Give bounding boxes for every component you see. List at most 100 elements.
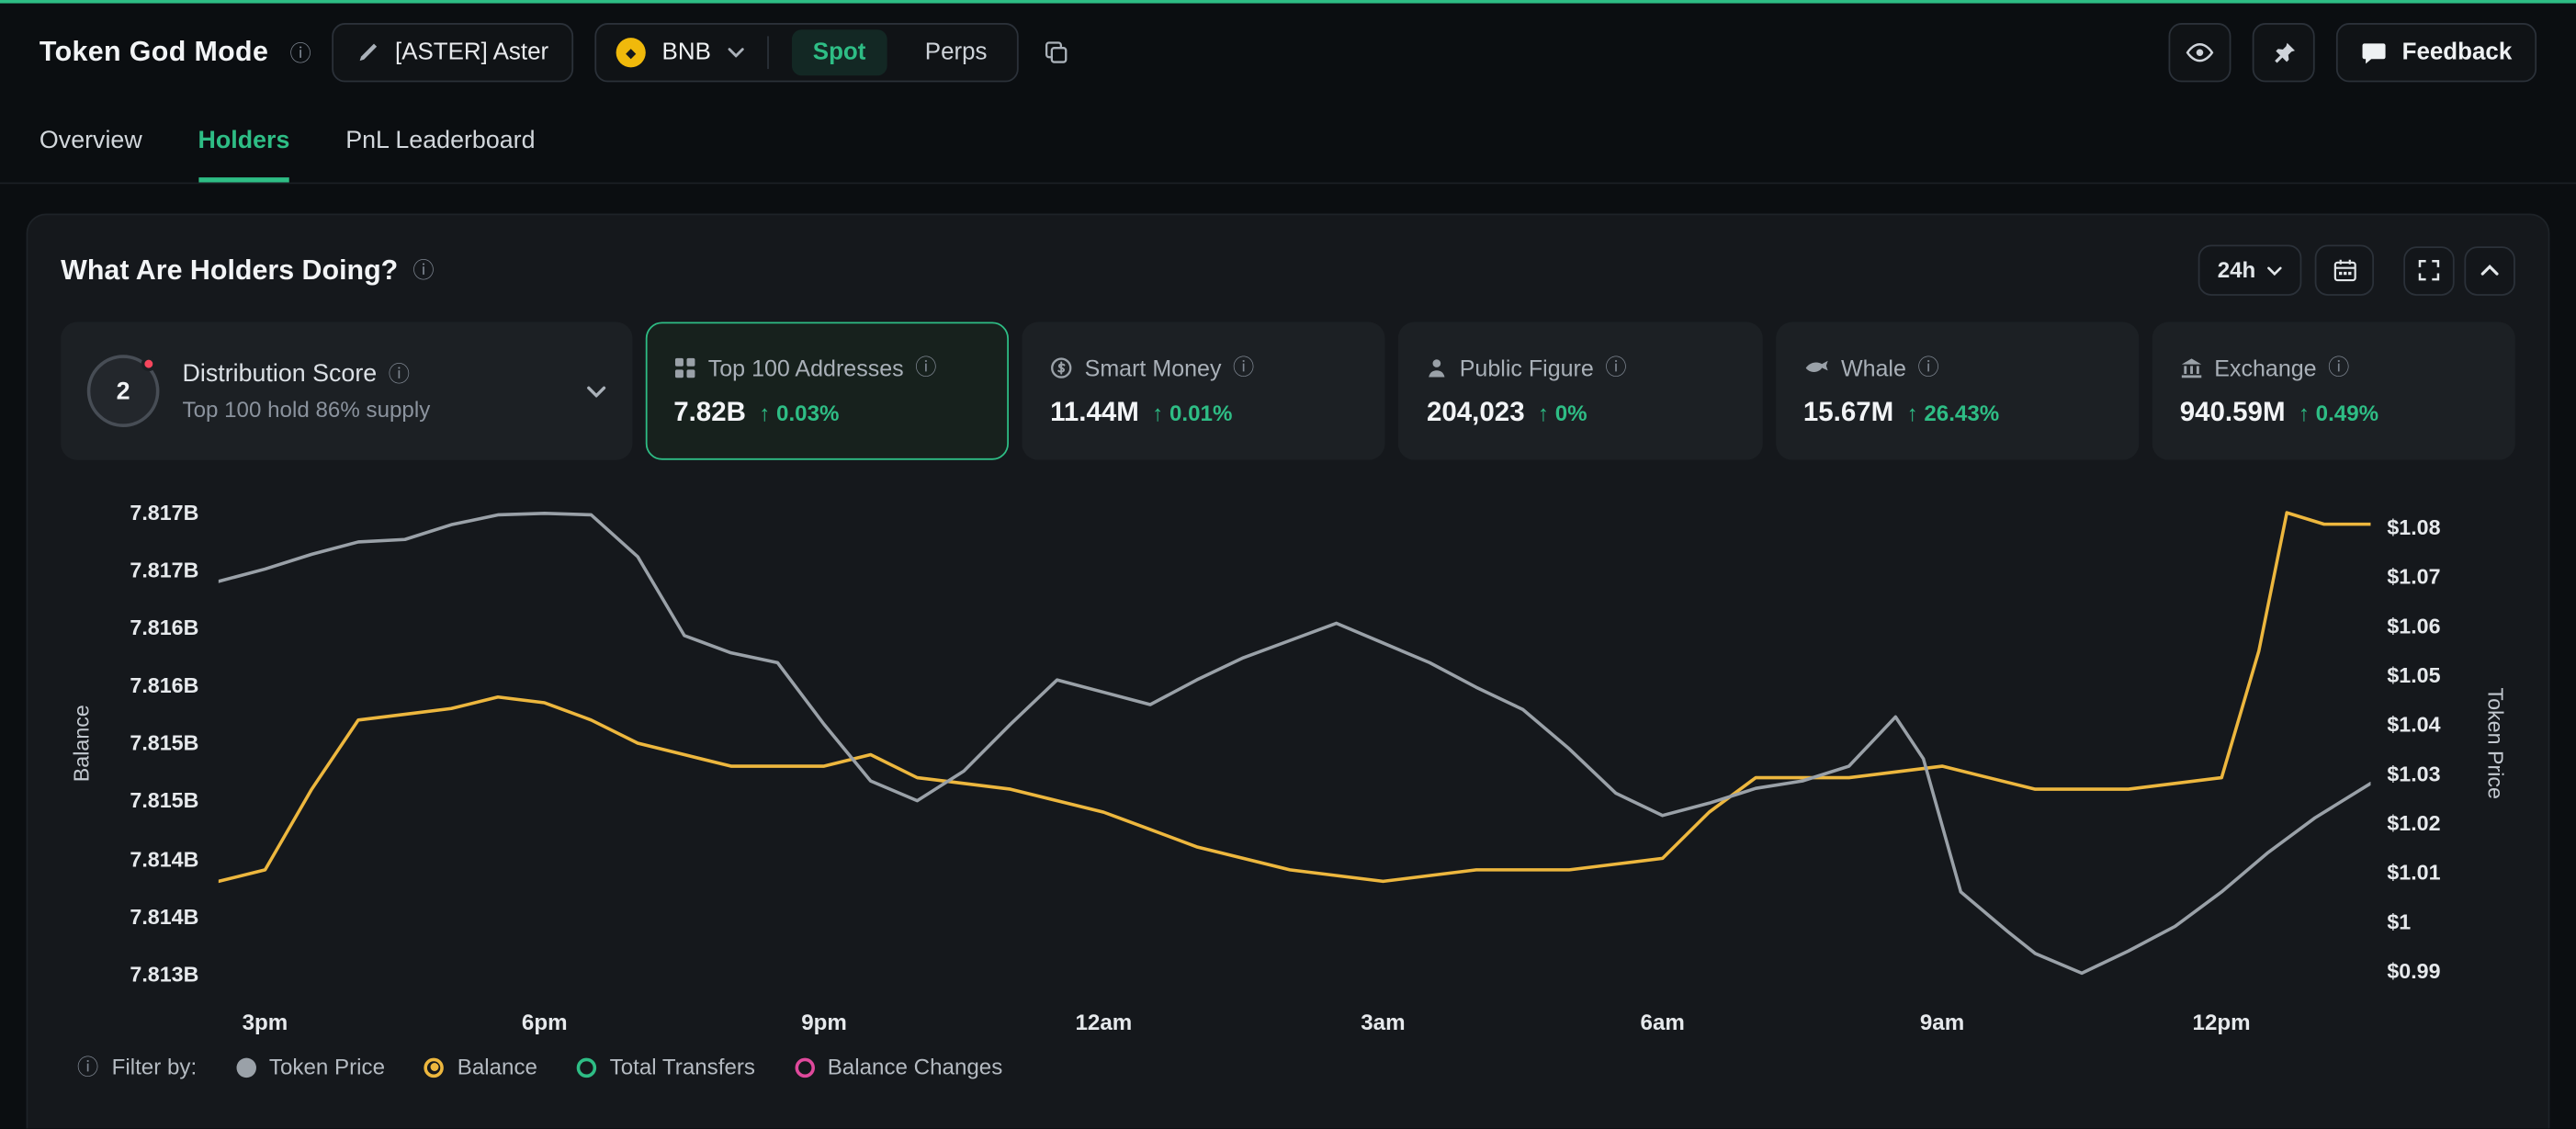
timeframe-label: 24h [2218, 258, 2256, 283]
stat-label: Smart Money [1085, 354, 1222, 380]
filter-label: Filter by: [112, 1055, 198, 1079]
axis-tick: $0.99 [2387, 958, 2440, 983]
axis-tick: 7.814B [130, 846, 198, 871]
info-icon[interactable] [1605, 356, 1626, 378]
panel-header: What Are Holders Doing? 24h [61, 244, 2515, 295]
top-accent-line [0, 0, 2576, 4]
stat-change: 0.01% [1152, 400, 1232, 424]
distribution-score-title: Distribution Score [182, 360, 377, 388]
alert-dot [141, 356, 156, 371]
stat-card-exchange[interactable]: Exchange 940.59M 0.49% [2152, 322, 2515, 460]
whale-icon [1803, 357, 1830, 377]
person-icon [1427, 356, 1448, 378]
axis-tick: 7.815B [130, 731, 198, 756]
distribution-score-text: Distribution Score Top 100 hold 86% supp… [182, 360, 430, 423]
stat-card-public-figure[interactable]: Public Figure 204,023 0% [1399, 322, 1763, 460]
pin-button[interactable] [2253, 23, 2315, 82]
stat-card-top-100-addresses[interactable]: Top 100 Addresses 7.82B 0.03% [646, 322, 1010, 460]
tab-perps[interactable]: Perps [904, 29, 1009, 75]
filter-token-price[interactable]: Token Price [236, 1055, 385, 1079]
stat-value: 940.59M [2180, 397, 2286, 428]
axis-tick: 7.815B [130, 788, 198, 813]
stat-card-smart-money[interactable]: Smart Money 11.44M 0.01% [1022, 322, 1386, 460]
axis-tick: $1.02 [2387, 810, 2440, 835]
y-axis-title-right: Token Price [2476, 486, 2515, 999]
bank-icon [2180, 356, 2203, 378]
series-balance [219, 513, 2371, 881]
filter-balance[interactable]: Balance [424, 1055, 537, 1079]
stat-change: 0.49% [2299, 400, 2378, 424]
pin-icon [2271, 40, 2296, 65]
legend-dot [795, 1057, 814, 1077]
pencil-icon [357, 41, 380, 64]
plot-area[interactable]: 3pm6pm9pm12am3am6am9am12pm [219, 486, 2371, 1041]
panel-controls: 24h [2198, 244, 2515, 295]
chevron-down-icon[interactable] [586, 377, 605, 406]
axis-tick: $1.08 [2387, 514, 2440, 539]
filter-total-transfers[interactable]: Total Transfers [577, 1055, 755, 1079]
info-icon[interactable] [77, 1056, 98, 1078]
holders-chart: Balance 7.817B7.817B7.816B7.816B7.815B7.… [61, 486, 2515, 1079]
legend-dot [577, 1057, 596, 1077]
chart-canvas[interactable] [219, 486, 2371, 999]
series-token-price [219, 514, 2371, 974]
expand-icon [2418, 260, 2439, 281]
filter-items: Token Price Balance Total Transfers Balance… [236, 1055, 1002, 1079]
axis-tick: $1.05 [2387, 662, 2440, 687]
chevron-down-icon [2267, 265, 2282, 276]
feedback-button[interactable]: Feedback [2336, 23, 2536, 82]
axis-tick: $1.06 [2387, 614, 2440, 638]
filter-legend: Filter by: Token Price Balance Total Trans… [61, 1055, 2515, 1079]
legend-dot [424, 1057, 444, 1077]
axis-tick: $1 [2387, 909, 2411, 934]
x-axis: 3pm6pm9pm12am3am6am9am12pm [219, 999, 2371, 1041]
tab-spot[interactable]: Spot [792, 29, 887, 75]
copy-icon[interactable] [1043, 40, 1069, 66]
distribution-score-badge: 2 [87, 355, 160, 427]
distribution-score-card[interactable]: 2 Distribution Score Top 100 hold 86% su… [61, 322, 632, 460]
page-title: Token God Mode [40, 36, 268, 69]
token-god-mode-page: Token God Mode [ASTER] Aster BNB Spot Pe… [0, 0, 2576, 1129]
holders-panel: What Are Holders Doing? 24h [27, 213, 2550, 1128]
info-icon[interactable] [389, 363, 410, 384]
distribution-score-value: 2 [117, 377, 130, 404]
info-icon[interactable] [915, 356, 936, 378]
legend-label: Balance [458, 1055, 537, 1079]
axis-tick: $1.03 [2387, 762, 2440, 786]
expand-button[interactable] [2403, 245, 2454, 295]
x-axis-tick: 9pm [801, 1010, 847, 1035]
stat-label: Top 100 Addresses [708, 354, 904, 380]
info-icon[interactable] [2328, 356, 2349, 378]
timeframe-dropdown[interactable]: 24h [2198, 244, 2301, 295]
axis-tick: 7.813B [130, 961, 198, 986]
info-icon[interactable] [1917, 356, 1938, 378]
chat-bubble-icon [2361, 40, 2388, 65]
x-axis-tick: 6am [1641, 1010, 1685, 1035]
stat-label: Whale [1841, 354, 1906, 380]
app-header: Token God Mode [ASTER] Aster BNB Spot Pe… [0, 0, 2576, 98]
chevron-down-icon[interactable] [728, 48, 744, 58]
token-selector-label: [ASTER] Aster [395, 40, 548, 66]
stat-card-whale[interactable]: Whale 15.67M 26.43% [1775, 322, 2139, 460]
x-axis-tick: 12am [1075, 1010, 1132, 1035]
watch-button[interactable] [2169, 23, 2231, 82]
x-axis-tick: 12pm [2193, 1010, 2251, 1035]
y-axis-left: 7.817B7.817B7.816B7.816B7.815B7.815B7.81… [100, 486, 219, 999]
tab-holders[interactable]: Holders [198, 98, 290, 182]
tab-pnl-leaderboard[interactable]: PnL Leaderboard [345, 98, 535, 182]
collapse-button[interactable] [2464, 245, 2514, 295]
calendar-button[interactable] [2315, 244, 2374, 295]
chain-label[interactable]: BNB [662, 40, 711, 66]
info-icon[interactable] [1233, 356, 1254, 378]
stat-change: 26.43% [1907, 400, 2000, 424]
info-icon[interactable] [412, 260, 434, 281]
grid-icon [673, 356, 696, 378]
token-selector[interactable]: [ASTER] Aster [333, 23, 573, 82]
axis-tick: $1.01 [2387, 860, 2440, 885]
axis-tick: $1.04 [2387, 712, 2440, 737]
filter-balance-changes[interactable]: Balance Changes [795, 1055, 1002, 1079]
tab-overview[interactable]: Overview [40, 98, 142, 182]
stat-value: 7.82B [673, 397, 746, 428]
info-icon[interactable] [290, 42, 311, 63]
bnb-coin-icon [616, 38, 645, 67]
